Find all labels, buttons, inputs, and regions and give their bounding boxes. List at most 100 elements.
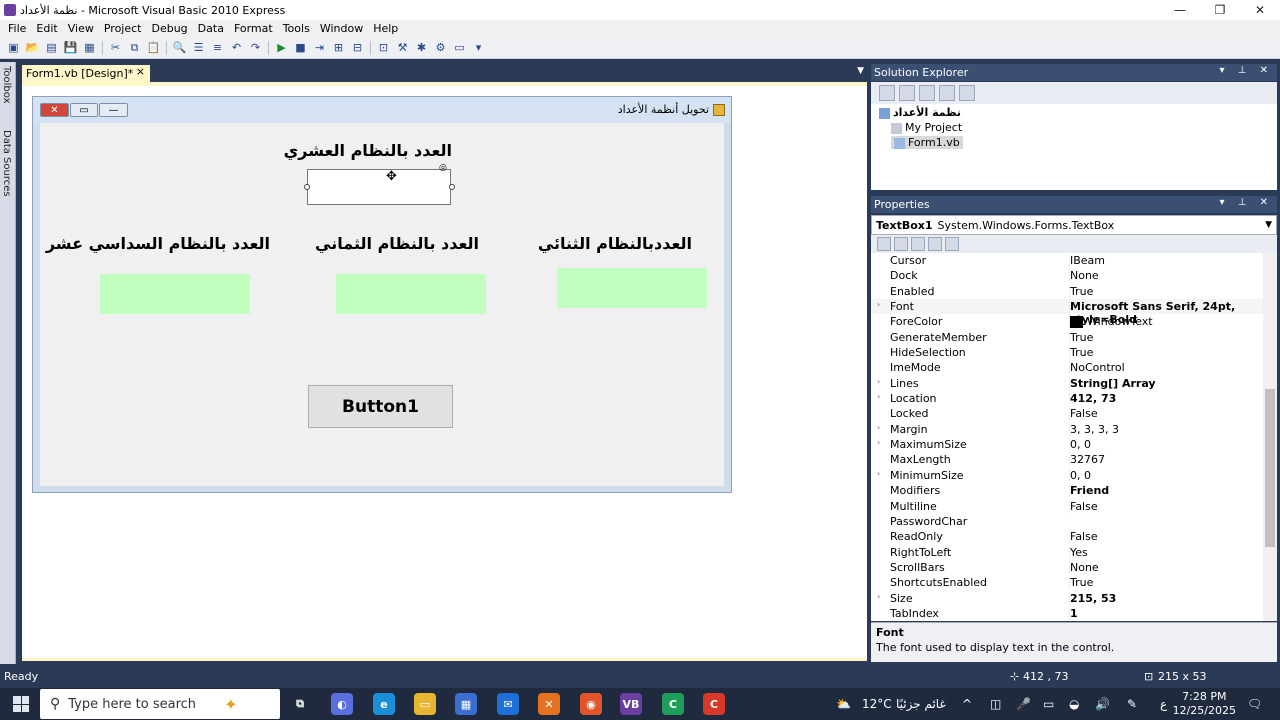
weather-text[interactable]: غائم جزئيًا — [896, 697, 946, 711]
menu-data[interactable]: Data — [193, 22, 229, 35]
property-pages-icon[interactable] — [945, 237, 959, 251]
categorized-icon[interactable] — [877, 237, 891, 251]
start-debugging-icon[interactable]: ▶ — [274, 40, 290, 56]
weather-icon[interactable]: ⛅ — [836, 697, 851, 711]
property-row[interactable]: › Size 215, 53 — [871, 591, 1277, 606]
find-icon[interactable]: 🔍 — [172, 40, 188, 56]
menu-format[interactable]: Format — [229, 22, 278, 35]
show-all-files-icon[interactable] — [879, 85, 895, 101]
object-selector[interactable]: TextBox1 System.Windows.Forms.TextBox ▼ — [871, 215, 1277, 235]
tab-form1-design[interactable]: Form1.vb [Design]* × — [22, 65, 150, 82]
property-row[interactable]: ShortcutsEnabled True — [871, 575, 1277, 590]
property-row[interactable]: MaxLength 32767 — [871, 452, 1277, 467]
chevron-down-icon[interactable]: ▼ — [1265, 220, 1272, 230]
firefox-icon[interactable]: ◉ — [580, 693, 602, 715]
property-row[interactable]: › MaximumSize 0, 0 — [871, 437, 1277, 452]
property-value[interactable]: Friend — [1069, 484, 1109, 498]
volume-icon[interactable]: 🔊 — [1095, 697, 1110, 711]
comment-icon[interactable]: ☰ — [191, 40, 207, 56]
properties-view-icon[interactable] — [911, 237, 925, 251]
property-value[interactable]: IBeam — [1069, 254, 1105, 267]
property-row[interactable]: › Font Microsoft Sans Serif, 24pt, style=B… — [871, 299, 1277, 327]
weather-temp[interactable]: 12°C — [862, 697, 892, 711]
step-icon[interactable]: ⇥ — [312, 40, 328, 56]
property-value[interactable]: None — [1069, 269, 1099, 283]
property-row[interactable]: Dock None — [871, 268, 1277, 283]
tree-item-project[interactable]: نظمة الأعداد — [879, 106, 961, 119]
tab-close-icon[interactable]: × — [136, 65, 145, 78]
expand-chevron-icon[interactable]: › — [877, 377, 880, 386]
taskbar-search-input[interactable]: ⚲ Type here to search ✦ — [40, 689, 280, 719]
expand-chevron-icon[interactable]: › — [877, 423, 880, 432]
property-row[interactable]: Modifiers Friend — [871, 483, 1277, 498]
object-browser-icon[interactable]: ✱ — [414, 40, 430, 56]
property-row[interactable]: › Location 412, 73 — [871, 391, 1277, 406]
property-value[interactable]: True — [1069, 284, 1093, 298]
window-icon[interactable]: ⊞ — [331, 40, 347, 56]
property-value[interactable]: True — [1069, 346, 1093, 360]
cut-icon[interactable]: ✂ — [108, 40, 124, 56]
label-octal[interactable]: العدد بالنظام الثماني — [315, 234, 479, 253]
resize-handle-right[interactable] — [449, 184, 455, 190]
open-file-icon[interactable]: 📂 — [25, 40, 41, 56]
visual-basic-icon[interactable]: VB — [620, 693, 642, 715]
copy-icon[interactable]: ⧉ — [127, 40, 143, 56]
property-row[interactable]: › Margin 3, 3, 3, 3 — [871, 422, 1277, 437]
property-value[interactable]: 412, 73 — [1069, 392, 1116, 406]
camtasia-icon[interactable]: C — [662, 693, 684, 715]
output-box-octal[interactable] — [336, 274, 486, 314]
redo-icon[interactable]: ↷ — [248, 40, 264, 56]
expand-chevron-icon[interactable]: › — [877, 392, 880, 401]
property-row[interactable]: Enabled True — [871, 284, 1277, 299]
label-decimal[interactable]: العدد بالنظام العشري — [284, 141, 452, 160]
property-value[interactable]: 3, 3, 3, 3 — [1069, 422, 1119, 436]
property-value[interactable]: 1 — [1069, 606, 1078, 620]
property-value[interactable]: 0, 0 — [1069, 468, 1091, 482]
restore-icon[interactable]: ❐ — [1200, 0, 1240, 20]
property-row[interactable]: HideSelection True — [871, 345, 1277, 360]
move-glyph-icon[interactable]: ✥ — [386, 169, 397, 184]
menu-edit[interactable]: Edit — [31, 22, 62, 35]
property-row[interactable]: Locked False — [871, 406, 1277, 421]
notifications-icon[interactable]: 🗨 — [1247, 697, 1262, 711]
solution-explorer-icon[interactable]: ⊡ — [376, 40, 392, 56]
tab-dropdown-icon[interactable]: ▼ — [857, 66, 864, 76]
expand-chevron-icon[interactable]: › — [877, 438, 880, 447]
menu-debug[interactable]: Debug — [146, 22, 192, 35]
property-row[interactable]: › Lines String[] Array — [871, 376, 1277, 391]
smart-tag-icon[interactable]: ◎ — [439, 163, 447, 173]
pen-icon[interactable]: ✎ — [1127, 697, 1137, 711]
save-icon[interactable]: 💾 — [63, 40, 79, 56]
undo-icon[interactable]: ↶ — [229, 40, 245, 56]
tray-app-icon[interactable]: ◫ — [990, 697, 1001, 711]
add-item-icon[interactable]: ▤ — [44, 40, 60, 56]
label-hex[interactable]: العدد بالنظام السداسي عشر — [46, 234, 270, 253]
data-sources-tab[interactable]: Data Sources — [1, 130, 12, 197]
paste-icon[interactable]: 📋 — [146, 40, 162, 56]
property-value[interactable]: None — [1069, 560, 1099, 574]
toolbox-tab[interactable]: Toolbox — [1, 66, 12, 104]
view-designer-icon[interactable] — [959, 85, 975, 101]
property-row[interactable]: › MinimumSize 0, 0 — [871, 468, 1277, 483]
network-icon[interactable]: ◒ — [1069, 697, 1079, 711]
file-explorer-icon[interactable]: ▭ — [414, 693, 436, 715]
store-icon[interactable]: ▦ — [455, 693, 477, 715]
property-value[interactable]: 215, 53 — [1069, 591, 1116, 605]
expand-chevron-icon[interactable]: › — [877, 592, 880, 601]
menu-window[interactable]: Window — [315, 22, 368, 35]
menu-view[interactable]: View — [63, 22, 99, 35]
property-value[interactable]: False — [1069, 407, 1098, 421]
property-row[interactable]: ScrollBars None — [871, 560, 1277, 575]
output-icon[interactable]: ▭ — [452, 40, 468, 56]
property-value[interactable]: 0, 0 — [1069, 438, 1091, 452]
stop-icon[interactable]: ■ — [293, 40, 309, 56]
property-value[interactable]: Yes — [1069, 545, 1088, 559]
property-value[interactable]: WindowText — [1069, 315, 1153, 329]
battery-icon[interactable]: ▭ — [1043, 697, 1054, 711]
close-icon[interactable]: ✕ — [1240, 0, 1280, 20]
task-view-icon[interactable]: ⧉ — [289, 693, 311, 715]
panel-controls-icon[interactable]: ▾ ⊥ ✕ — [1220, 65, 1273, 76]
refresh-icon[interactable] — [919, 85, 935, 101]
properties-icon[interactable]: ⚒ — [395, 40, 411, 56]
extension-icon[interactable]: ⚙ — [433, 40, 449, 56]
